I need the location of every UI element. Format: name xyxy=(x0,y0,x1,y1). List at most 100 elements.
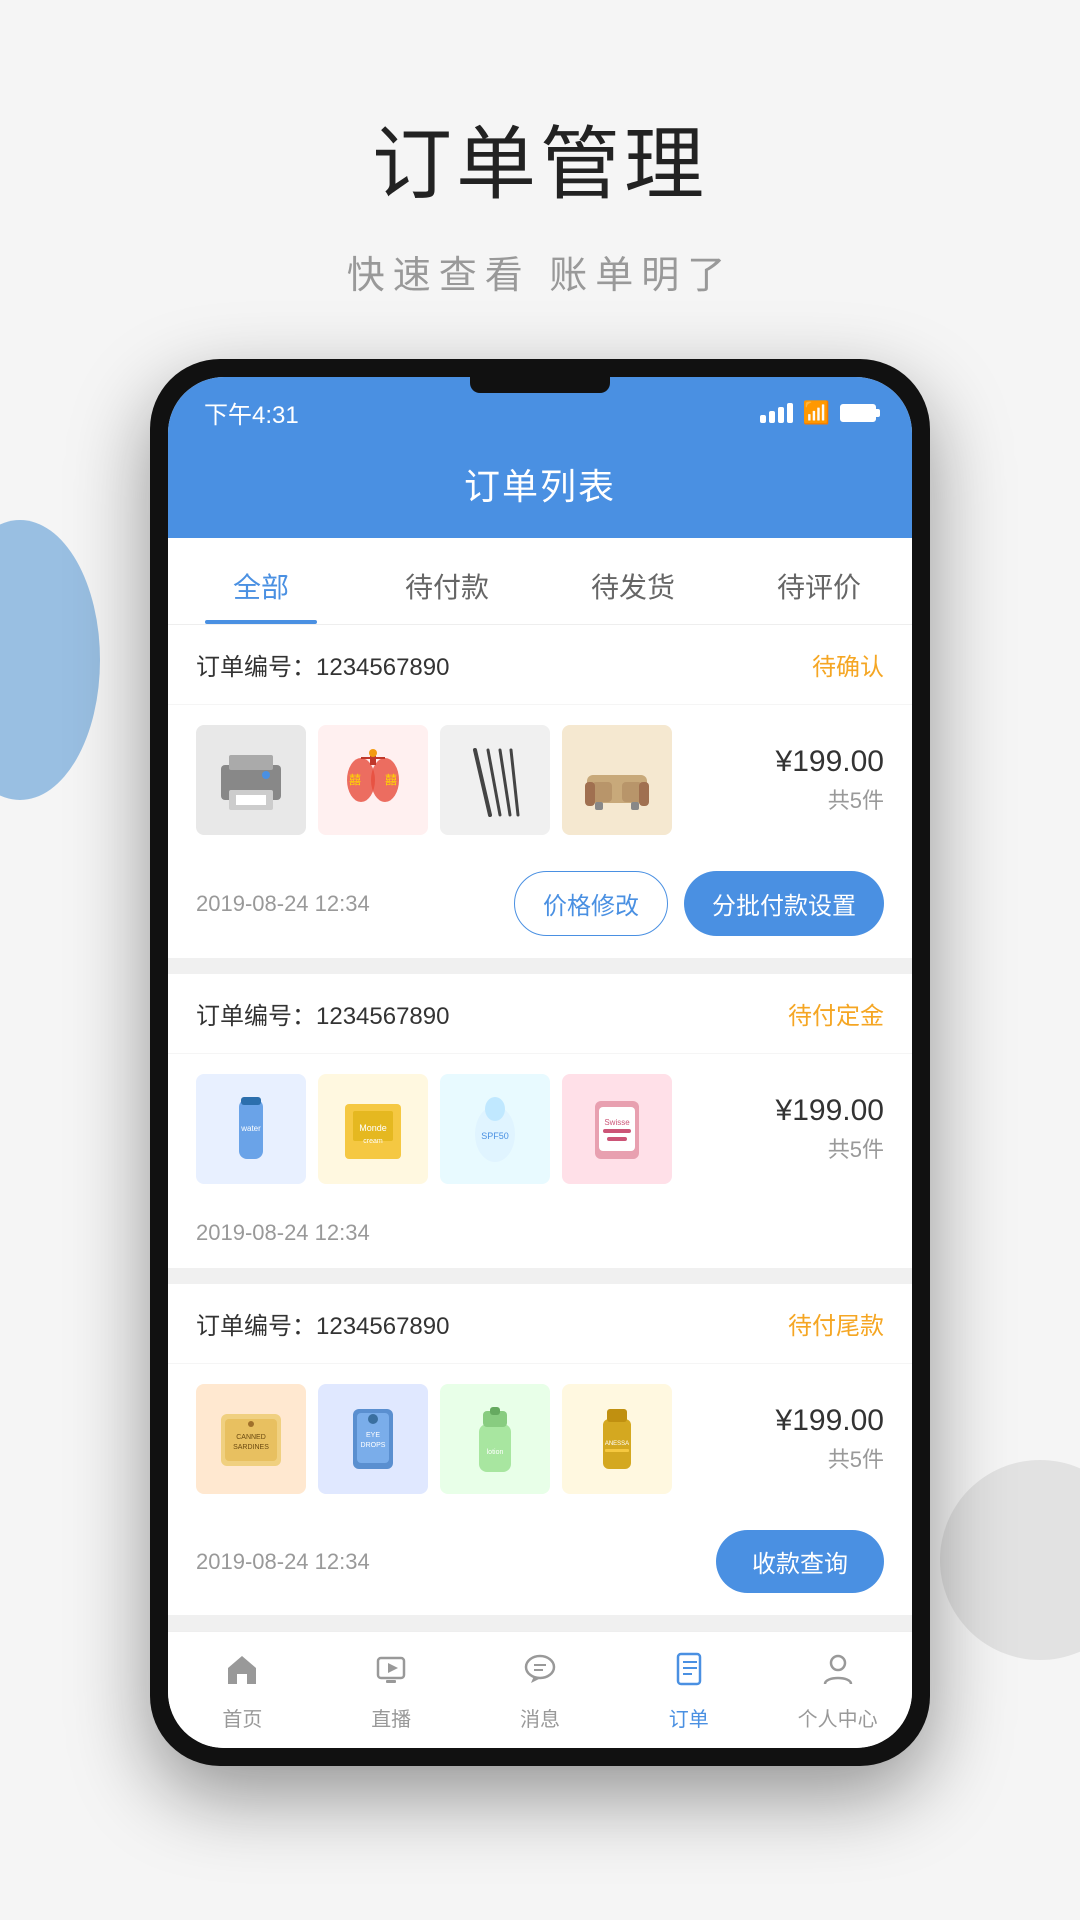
wifi-icon: 📶 xyxy=(803,400,830,426)
nav-home[interactable]: 首页 xyxy=(168,1632,317,1748)
order-date: 2019-08-24 12:34 xyxy=(196,1549,370,1575)
svg-text:lotion: lotion xyxy=(487,1449,504,1456)
svg-text:Monde: Monde xyxy=(359,1123,387,1133)
page-title: 订单管理 xyxy=(0,100,1080,216)
order-count: 共5件 xyxy=(764,1442,884,1474)
page-header: 订单管理 快速查看 账单明了 xyxy=(0,0,1080,359)
nav-home-label: 首页 xyxy=(222,1703,262,1732)
nav-message[interactable]: 消息 xyxy=(466,1632,615,1748)
order-price: ¥199.00 xyxy=(764,1094,884,1128)
tab-all[interactable]: 全部 xyxy=(168,538,354,624)
order-card-header: 订单编号：1234567890 待确认 xyxy=(168,625,912,705)
profile-icon xyxy=(819,1650,857,1697)
order-price-area: ¥199.00 共5件 xyxy=(764,1094,884,1164)
order-count: 共5件 xyxy=(764,1132,884,1164)
sardine-svg: CANNED SARDINES xyxy=(211,1399,291,1479)
svg-text:SPF50: SPF50 xyxy=(481,1131,509,1141)
product-image xyxy=(562,725,672,835)
order-number: 订单编号：1234567890 xyxy=(196,647,449,682)
order-status: 待付定金 xyxy=(788,996,884,1031)
order-products: CANNED SARDINES EYE DROPS xyxy=(168,1364,912,1514)
order-icon xyxy=(670,1650,708,1697)
order-card-footer: 2019-08-24 12:34 价格修改 分批付款设置 xyxy=(168,855,912,958)
product-image xyxy=(440,725,550,835)
product-images: 囍 囍 xyxy=(196,725,748,835)
svg-text:CANNED: CANNED xyxy=(236,1434,266,1441)
svg-text:EYE: EYE xyxy=(366,1432,380,1439)
product-image: EYE DROPS xyxy=(318,1384,428,1494)
home-icon xyxy=(223,1650,261,1697)
batch-payment-button[interactable]: 分批付款设置 xyxy=(684,871,884,936)
nav-live[interactable]: 直播 xyxy=(317,1632,466,1748)
status-icons: 📶 xyxy=(760,400,876,426)
eyedrops-svg: EYE DROPS xyxy=(333,1399,413,1479)
order-number: 订单编号：1234567890 xyxy=(196,996,449,1031)
sunscreen-svg: SPF50 xyxy=(455,1089,535,1169)
order-card-footer: 2019-08-24 12:34 xyxy=(168,1204,912,1268)
product-image: ANESSA xyxy=(562,1384,672,1494)
payment-query-button[interactable]: 收款查询 xyxy=(716,1530,884,1593)
order-card: 订单编号：1234567890 待确认 xyxy=(168,625,912,958)
order-date: 2019-08-24 12:34 xyxy=(196,1220,370,1246)
svg-text:囍: 囍 xyxy=(349,773,361,787)
decoration-svg: 囍 囍 xyxy=(333,740,413,820)
gold-svg: ANESSA xyxy=(577,1399,657,1479)
nav-live-label: 直播 xyxy=(371,1703,411,1732)
nav-profile-label: 个人中心 xyxy=(798,1703,878,1732)
svg-text:cream: cream xyxy=(363,1138,383,1145)
order-price: ¥199.00 xyxy=(764,745,884,779)
svg-text:Swisse: Swisse xyxy=(604,1118,630,1127)
order-products: 囍 囍 xyxy=(168,705,912,855)
svg-text:SARDINES: SARDINES xyxy=(233,1444,269,1451)
order-count: 共5件 xyxy=(764,783,884,815)
order-number: 订单编号：1234567890 xyxy=(196,1306,449,1341)
product-image: Swisse xyxy=(562,1074,672,1184)
product-image: SPF50 xyxy=(440,1074,550,1184)
nav-message-label: 消息 xyxy=(520,1703,560,1732)
signal-icon xyxy=(760,403,793,423)
order-price-area: ¥199.00 共5件 xyxy=(764,745,884,815)
tab-pending-payment[interactable]: 待付款 xyxy=(354,538,540,624)
order-actions: 价格修改 分批付款设置 xyxy=(514,871,884,936)
bottle-svg: water xyxy=(211,1089,291,1169)
lotion-svg: lotion xyxy=(455,1399,535,1479)
svg-text:water: water xyxy=(240,1124,261,1133)
svg-text:DROPS: DROPS xyxy=(361,1442,386,1449)
tab-pending-review[interactable]: 待评价 xyxy=(726,538,912,624)
app-title: 订单列表 xyxy=(464,466,616,507)
battery-icon xyxy=(840,404,876,422)
page-subtitle: 快速查看 账单明了 xyxy=(0,244,1080,299)
order-price: ¥199.00 xyxy=(764,1404,884,1438)
order-actions: 收款查询 xyxy=(716,1530,884,1593)
order-card-header: 订单编号：1234567890 待付定金 xyxy=(168,974,912,1054)
phone-screen: 下午4:31 📶 订单列表 全 xyxy=(168,377,912,1748)
svg-text:囍: 囍 xyxy=(385,773,397,787)
product-image: 囍 囍 xyxy=(318,725,428,835)
nav-profile[interactable]: 个人中心 xyxy=(763,1632,912,1748)
product-image: Monde cream xyxy=(318,1074,428,1184)
status-time: 下午4:31 xyxy=(204,395,299,430)
product-image: CANNED SARDINES xyxy=(196,1384,306,1494)
message-icon xyxy=(521,1650,559,1697)
tabs-bar: 全部 待付款 待发货 待评价 xyxy=(168,538,912,625)
product-images: CANNED SARDINES EYE DROPS xyxy=(196,1384,748,1494)
order-status: 待付尾款 xyxy=(788,1306,884,1341)
nav-order-label: 订单 xyxy=(669,1703,709,1732)
order-products: water Monde cream xyxy=(168,1054,912,1204)
package-svg: Monde cream xyxy=(333,1089,413,1169)
vitamin-svg: Swisse xyxy=(577,1089,657,1169)
order-card-footer: 2019-08-24 12:34 收款查询 xyxy=(168,1514,912,1615)
nav-order[interactable]: 订单 xyxy=(614,1632,763,1748)
chopsticks-svg xyxy=(455,740,535,820)
product-image: water xyxy=(196,1074,306,1184)
price-modify-button[interactable]: 价格修改 xyxy=(514,871,668,936)
printer-svg xyxy=(211,740,291,820)
order-status: 待确认 xyxy=(812,647,884,682)
orders-list: 订单编号：1234567890 待确认 xyxy=(168,625,912,1615)
live-icon xyxy=(372,1650,410,1697)
tab-pending-delivery[interactable]: 待发货 xyxy=(540,538,726,624)
order-card-header: 订单编号：1234567890 待付尾款 xyxy=(168,1284,912,1364)
order-date: 2019-08-24 12:34 xyxy=(196,891,370,917)
phone-notch xyxy=(470,377,610,393)
phone-frame: 下午4:31 📶 订单列表 全 xyxy=(150,359,930,1766)
